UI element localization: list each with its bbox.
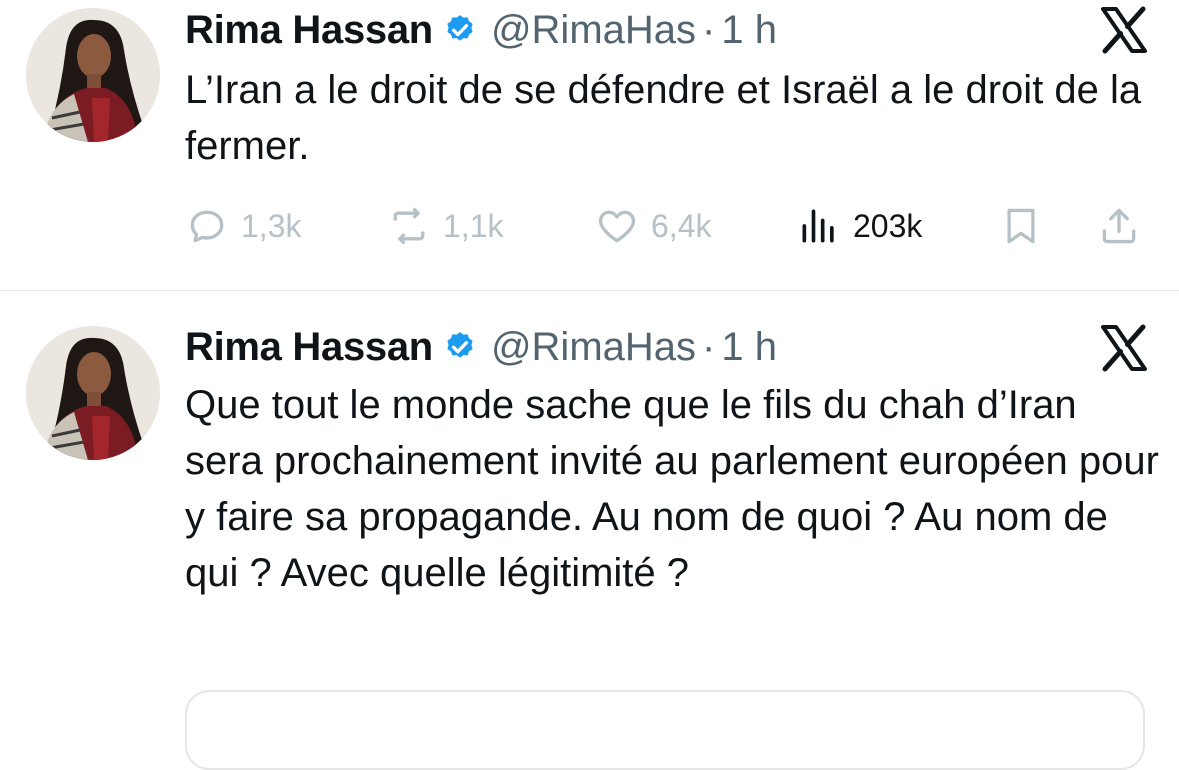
reply-icon (190, 210, 224, 243)
views-button[interactable]: 203k (797, 198, 922, 254)
views-count: 203k (853, 207, 923, 244)
tweet-text: L’Iran a le droit de se défendre et Isra… (185, 68, 1142, 168)
verified-badge-icon (443, 13, 477, 47)
like-button[interactable]: 6,4k (595, 198, 711, 254)
action-bar: 1,3k 1,1k 6,4k 203k (185, 198, 1145, 254)
repost-button[interactable]: 1,1k (387, 198, 503, 254)
author-name[interactable]: Rima Hassan (185, 325, 433, 370)
like-count: 6,4k (651, 207, 712, 244)
reply-button[interactable]: 1,3k (185, 198, 301, 254)
tweet-2[interactable]: Rima Hassan @RimaHas · 1 h Que tout le m… (0, 291, 1179, 719)
x-logo-icon (1099, 5, 1149, 55)
timestamp[interactable]: 1 h (721, 325, 777, 370)
tweet-1[interactable]: Rima Hassan @RimaHas · 1 h L’Iran a le d… (0, 0, 1179, 290)
avatar[interactable] (26, 8, 160, 142)
share-icon (1102, 208, 1136, 244)
separator-dot: · (702, 324, 716, 369)
repost-icon (393, 207, 425, 245)
bookmark-icon (1007, 208, 1035, 244)
x-logo-icon (1099, 323, 1149, 373)
reply-count: 1,3k (241, 207, 302, 244)
tweet-header: Rima Hassan @RimaHas · 1 h (185, 317, 777, 377)
views-icon (802, 209, 834, 243)
tweet-header: Rima Hassan @RimaHas · 1 h (185, 0, 777, 60)
separator-dot: · (702, 7, 716, 52)
repost-count: 1,1k (443, 207, 504, 244)
author-handle[interactable]: @RimaHas (491, 8, 696, 53)
author-name[interactable]: Rima Hassan (185, 8, 433, 53)
heart-icon (598, 210, 636, 243)
quoted-card[interactable] (185, 690, 1145, 770)
share-button[interactable] (1097, 198, 1153, 254)
verified-badge-icon (443, 330, 477, 364)
tweet-text: Que tout le monde sache que le fils du c… (185, 383, 1159, 595)
bookmark-button[interactable] (999, 198, 1055, 254)
avatar[interactable] (26, 326, 160, 460)
timestamp[interactable]: 1 h (721, 8, 777, 53)
author-handle[interactable]: @RimaHas (491, 325, 696, 370)
